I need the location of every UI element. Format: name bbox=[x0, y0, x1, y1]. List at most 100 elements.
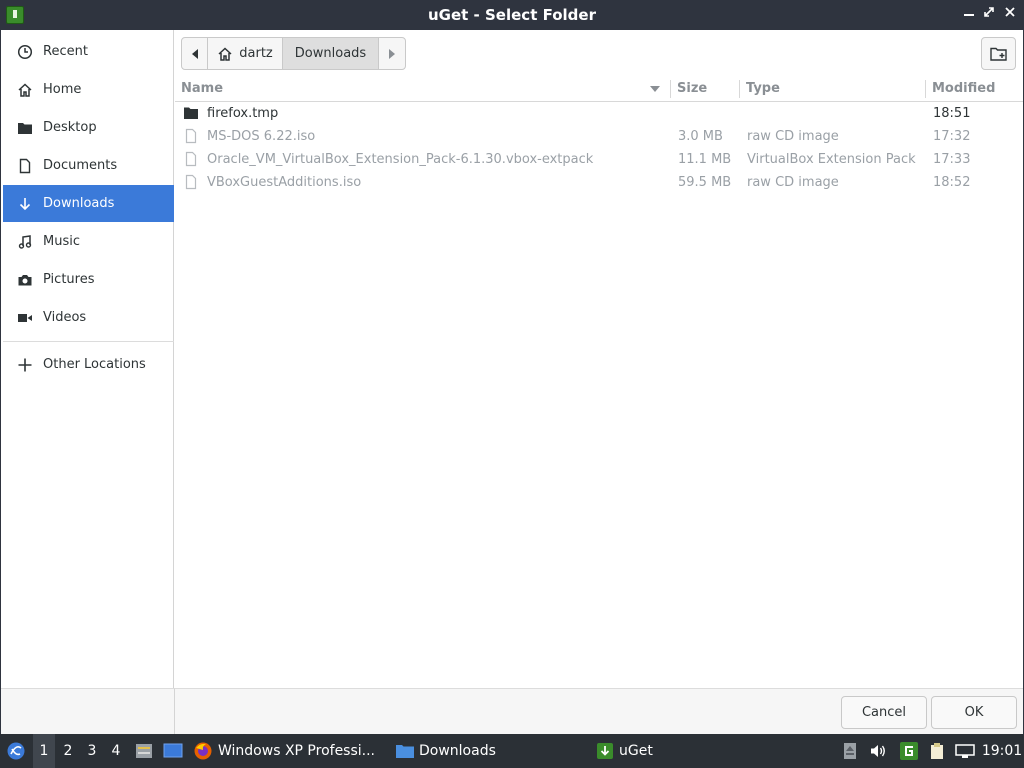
close-button[interactable] bbox=[1002, 6, 1018, 24]
new-folder-button[interactable] bbox=[981, 37, 1016, 70]
places-sidebar: Recent Home Desktop Documents Downloads bbox=[1, 30, 174, 688]
sidebar-item-recent[interactable]: Recent bbox=[3, 33, 174, 70]
cancel-button[interactable]: Cancel bbox=[841, 696, 927, 729]
desktop-folder-icon bbox=[17, 120, 33, 136]
file-row[interactable]: Oracle_VM_VirtualBox_Extension_Pack-6.1.… bbox=[175, 148, 1023, 171]
clock[interactable]: 19:01 bbox=[982, 734, 1022, 768]
close-icon bbox=[1005, 7, 1015, 17]
path-bar: dartz Downloads bbox=[181, 37, 406, 70]
tray-uget[interactable] bbox=[898, 734, 920, 768]
task-label: Windows XP Professi... bbox=[218, 743, 376, 759]
file-manager-launcher[interactable] bbox=[134, 734, 154, 768]
sidebar-item-other-locations[interactable]: Other Locations bbox=[3, 346, 174, 383]
sidebar-footer bbox=[1, 688, 175, 734]
sidebar-item-downloads[interactable]: Downloads bbox=[3, 185, 174, 222]
sidebar-item-label: Pictures bbox=[43, 272, 95, 287]
firefox-icon bbox=[194, 742, 212, 760]
new-folder-icon bbox=[989, 47, 1007, 61]
task-label: Downloads bbox=[419, 743, 496, 759]
restore-button[interactable] bbox=[981, 6, 997, 24]
minimize-button[interactable] bbox=[961, 6, 977, 24]
uget-tray-icon bbox=[900, 742, 918, 760]
desktop-icon bbox=[163, 743, 183, 758]
file-icon bbox=[183, 174, 199, 190]
workspace-4[interactable]: 4 bbox=[105, 734, 127, 768]
sidebar-item-home[interactable]: Home bbox=[3, 71, 174, 108]
workspace-1[interactable]: 1 bbox=[33, 734, 55, 768]
path-forward-button[interactable] bbox=[379, 38, 405, 69]
file-row[interactable]: firefox.tmp 18:51 bbox=[175, 102, 1023, 125]
plus-icon bbox=[17, 357, 33, 373]
task-firefox[interactable]: Windows XP Professi... bbox=[193, 734, 383, 768]
workspace-2[interactable]: 2 bbox=[57, 734, 79, 768]
sidebar-item-desktop[interactable]: Desktop bbox=[3, 109, 174, 146]
path-home-button[interactable]: dartz bbox=[208, 38, 283, 69]
column-headers: Name Size Type Modified bbox=[175, 76, 1023, 102]
uget-icon bbox=[597, 743, 613, 759]
dialog-button-bar: Cancel OK bbox=[175, 688, 1023, 734]
tray-volume[interactable] bbox=[868, 734, 888, 768]
camera-icon bbox=[17, 272, 33, 288]
start-menu-button[interactable] bbox=[4, 734, 28, 768]
column-type-label: Type bbox=[746, 81, 780, 96]
file-row[interactable]: MS-DOS 6.22.iso 3.0 MB raw CD image 17:3… bbox=[175, 125, 1023, 148]
file-type bbox=[747, 102, 922, 125]
file-type: raw CD image bbox=[747, 175, 839, 190]
sidebar-divider bbox=[3, 341, 174, 342]
sidebar-item-label: Downloads bbox=[43, 196, 115, 211]
sidebar-item-label: Recent bbox=[43, 44, 88, 59]
column-name-label: Name bbox=[181, 81, 224, 96]
sidebar-item-music[interactable]: Music bbox=[3, 223, 174, 260]
eject-icon bbox=[844, 743, 856, 759]
column-size-label: Size bbox=[677, 81, 708, 96]
file-size: 11.1 MB bbox=[678, 152, 732, 167]
clock-icon bbox=[17, 44, 33, 60]
file-list: Name Size Type Modified firefox.tmp 18:5… bbox=[175, 76, 1023, 688]
file-modified: 17:32 bbox=[933, 129, 971, 144]
ok-button[interactable]: OK bbox=[931, 696, 1017, 729]
file-type: raw CD image bbox=[747, 129, 839, 144]
sidebar-item-label: Home bbox=[43, 82, 82, 97]
file-size: 59.5 MB bbox=[678, 175, 732, 190]
column-header-type[interactable]: Type bbox=[740, 76, 925, 101]
path-back-button[interactable] bbox=[182, 38, 208, 69]
minimize-icon bbox=[964, 14, 974, 16]
file-name: MS-DOS 6.22.iso bbox=[207, 129, 316, 144]
path-current-crumb[interactable]: Downloads bbox=[283, 38, 379, 69]
sidebar-item-label: Videos bbox=[43, 310, 87, 325]
file-name: VBoxGuestAdditions.iso bbox=[207, 175, 362, 190]
sidebar-item-label: Desktop bbox=[43, 120, 97, 135]
taskbar: 1 2 3 4 Windows XP Professi... Downloads… bbox=[0, 734, 1024, 768]
task-uget[interactable]: uGet bbox=[596, 734, 786, 768]
sidebar-item-videos[interactable]: Videos bbox=[3, 299, 174, 336]
column-modified-label: Modified bbox=[932, 81, 996, 96]
music-icon bbox=[17, 234, 33, 250]
folder-icon bbox=[183, 105, 199, 121]
show-desktop-button[interactable] bbox=[162, 734, 184, 768]
workspace-3[interactable]: 3 bbox=[81, 734, 103, 768]
sidebar-item-documents[interactable]: Documents bbox=[3, 147, 174, 184]
window-title: uGet - Select Folder bbox=[428, 6, 596, 24]
network-icon bbox=[955, 744, 975, 758]
file-icon bbox=[183, 128, 199, 144]
download-icon bbox=[17, 196, 33, 212]
tray-clipboard[interactable] bbox=[927, 734, 947, 768]
column-header-size[interactable]: Size bbox=[671, 76, 739, 101]
file-modified: 18:52 bbox=[933, 175, 971, 190]
file-type: VirtualBox Extension Pack bbox=[747, 152, 916, 167]
file-row[interactable]: VBoxGuestAdditions.iso 59.5 MB raw CD im… bbox=[175, 171, 1023, 194]
lubuntu-logo-icon bbox=[7, 742, 25, 760]
path-home-label: dartz bbox=[239, 46, 273, 61]
file-size bbox=[678, 102, 738, 125]
column-header-modified[interactable]: Modified bbox=[926, 76, 1023, 101]
sidebar-item-pictures[interactable]: Pictures bbox=[3, 261, 174, 298]
home-icon bbox=[218, 46, 232, 61]
file-name: Oracle_VM_VirtualBox_Extension_Pack-6.1.… bbox=[207, 152, 594, 167]
tray-storage[interactable] bbox=[842, 734, 858, 768]
task-downloads[interactable]: Downloads bbox=[395, 734, 585, 768]
tray-network[interactable] bbox=[954, 734, 976, 768]
video-icon bbox=[17, 310, 33, 326]
column-header-name[interactable]: Name bbox=[175, 76, 670, 101]
document-icon bbox=[17, 158, 33, 174]
file-size: 3.0 MB bbox=[678, 129, 723, 144]
